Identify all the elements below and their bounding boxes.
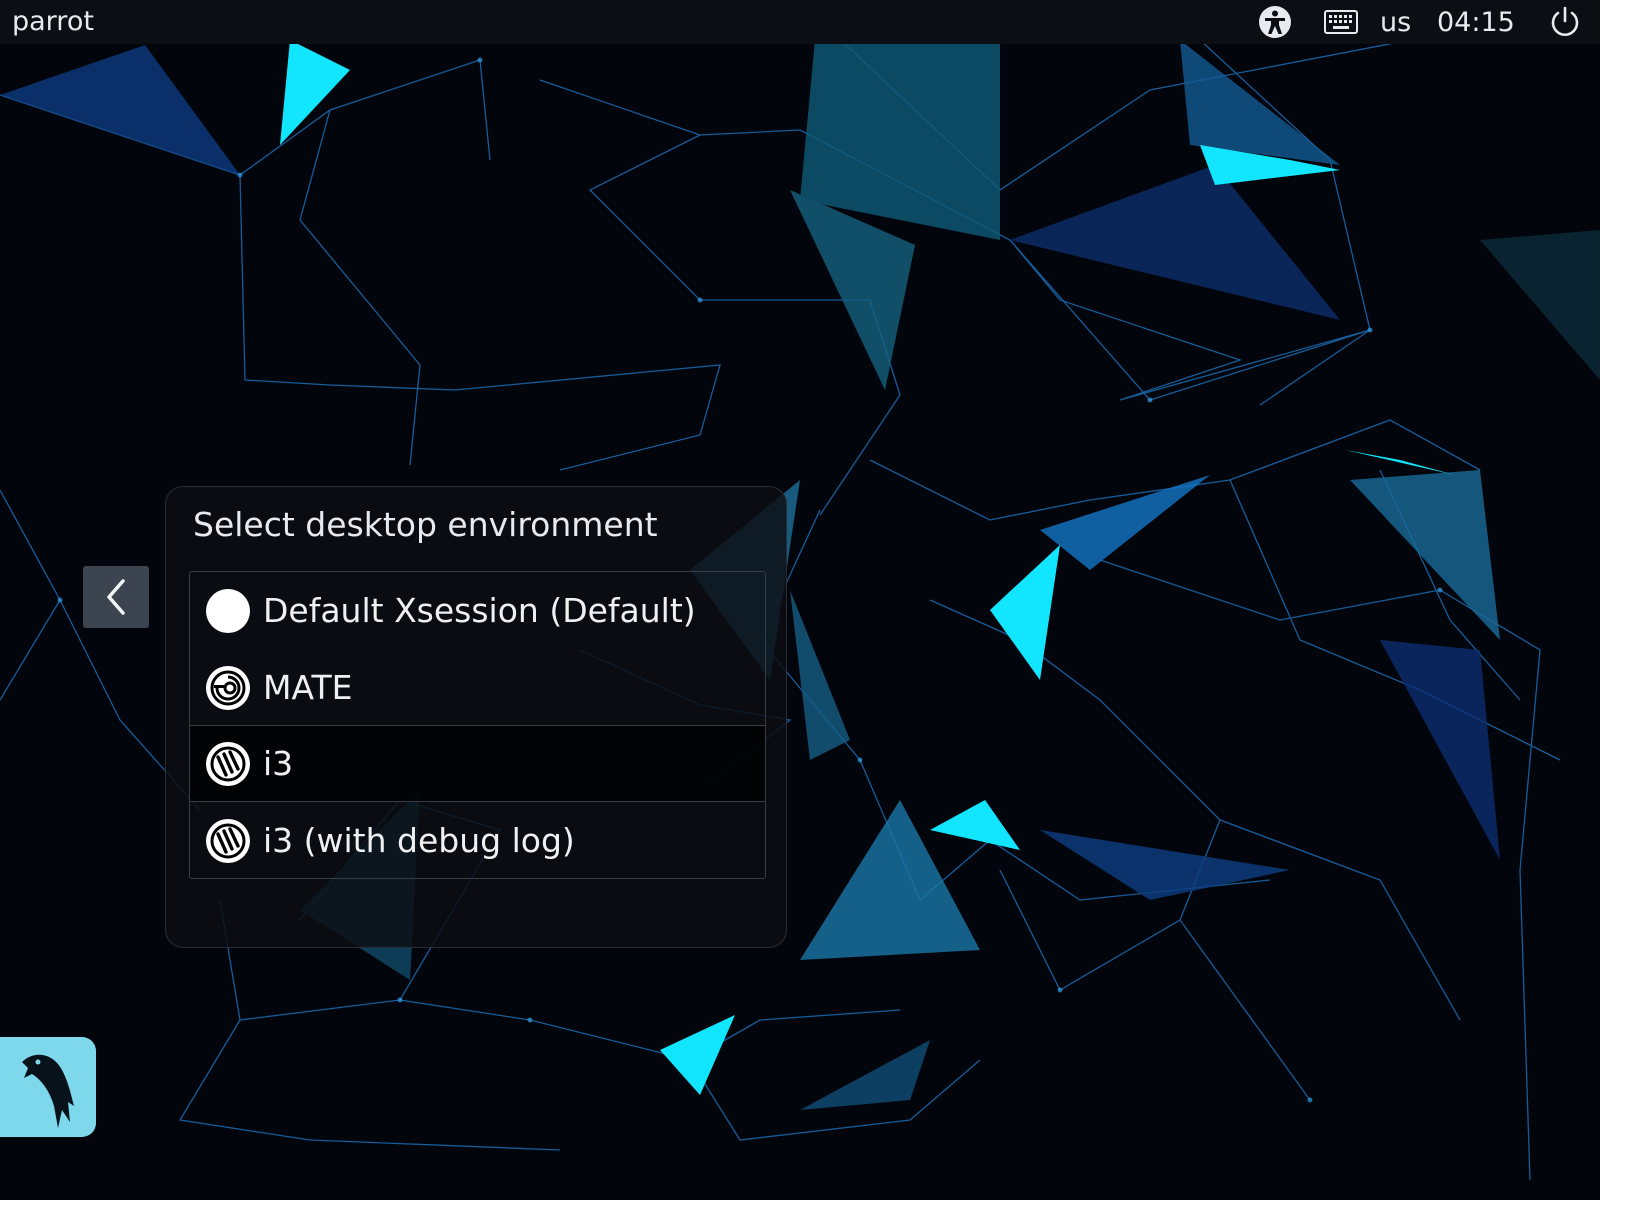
- accessibility-button[interactable]: [1258, 0, 1292, 44]
- session-item-default-xsession[interactable]: Default Xsession (Default): [190, 572, 765, 649]
- chevron-left-icon: [107, 579, 125, 615]
- power-icon: [1551, 6, 1579, 36]
- session-selection-panel: Select desktop environment Default Xsess…: [165, 486, 787, 948]
- mate-icon: [206, 665, 250, 710]
- top-panel: parrot us 04:15: [0, 0, 1600, 44]
- back-button[interactable]: [83, 566, 149, 628]
- session-label: MATE: [263, 668, 353, 707]
- hostname-label: parrot: [12, 6, 94, 37]
- clock: 04:15: [1437, 6, 1515, 38]
- keyboard-layout-label[interactable]: us: [1380, 0, 1411, 44]
- screen-margin-bottom: [0, 1200, 1634, 1206]
- accessibility-icon: [1259, 6, 1291, 38]
- circle-icon: [206, 588, 250, 633]
- panel-title: Select desktop environment: [193, 505, 658, 544]
- session-item-i3-debug[interactable]: i3 (with debug log): [190, 802, 765, 879]
- keyboard-layout-button[interactable]: [1324, 0, 1358, 44]
- screen-margin-right: [1600, 0, 1634, 1206]
- session-item-mate[interactable]: MATE: [190, 649, 765, 726]
- power-button[interactable]: [1548, 0, 1582, 44]
- i3-icon: [206, 741, 250, 786]
- session-item-i3[interactable]: i3: [190, 725, 765, 802]
- session-label: i3 (with debug log): [263, 821, 575, 860]
- keyboard-icon: [1324, 10, 1358, 34]
- parrot-logo-icon: [22, 1054, 74, 1128]
- session-label: i3: [263, 744, 294, 783]
- session-label: Default Xsession (Default): [263, 591, 696, 630]
- parrot-logo: [0, 1037, 96, 1137]
- i3-icon: [206, 818, 250, 863]
- session-list[interactable]: Default Xsession (Default) MATE i3 i3 (w…: [189, 571, 766, 879]
